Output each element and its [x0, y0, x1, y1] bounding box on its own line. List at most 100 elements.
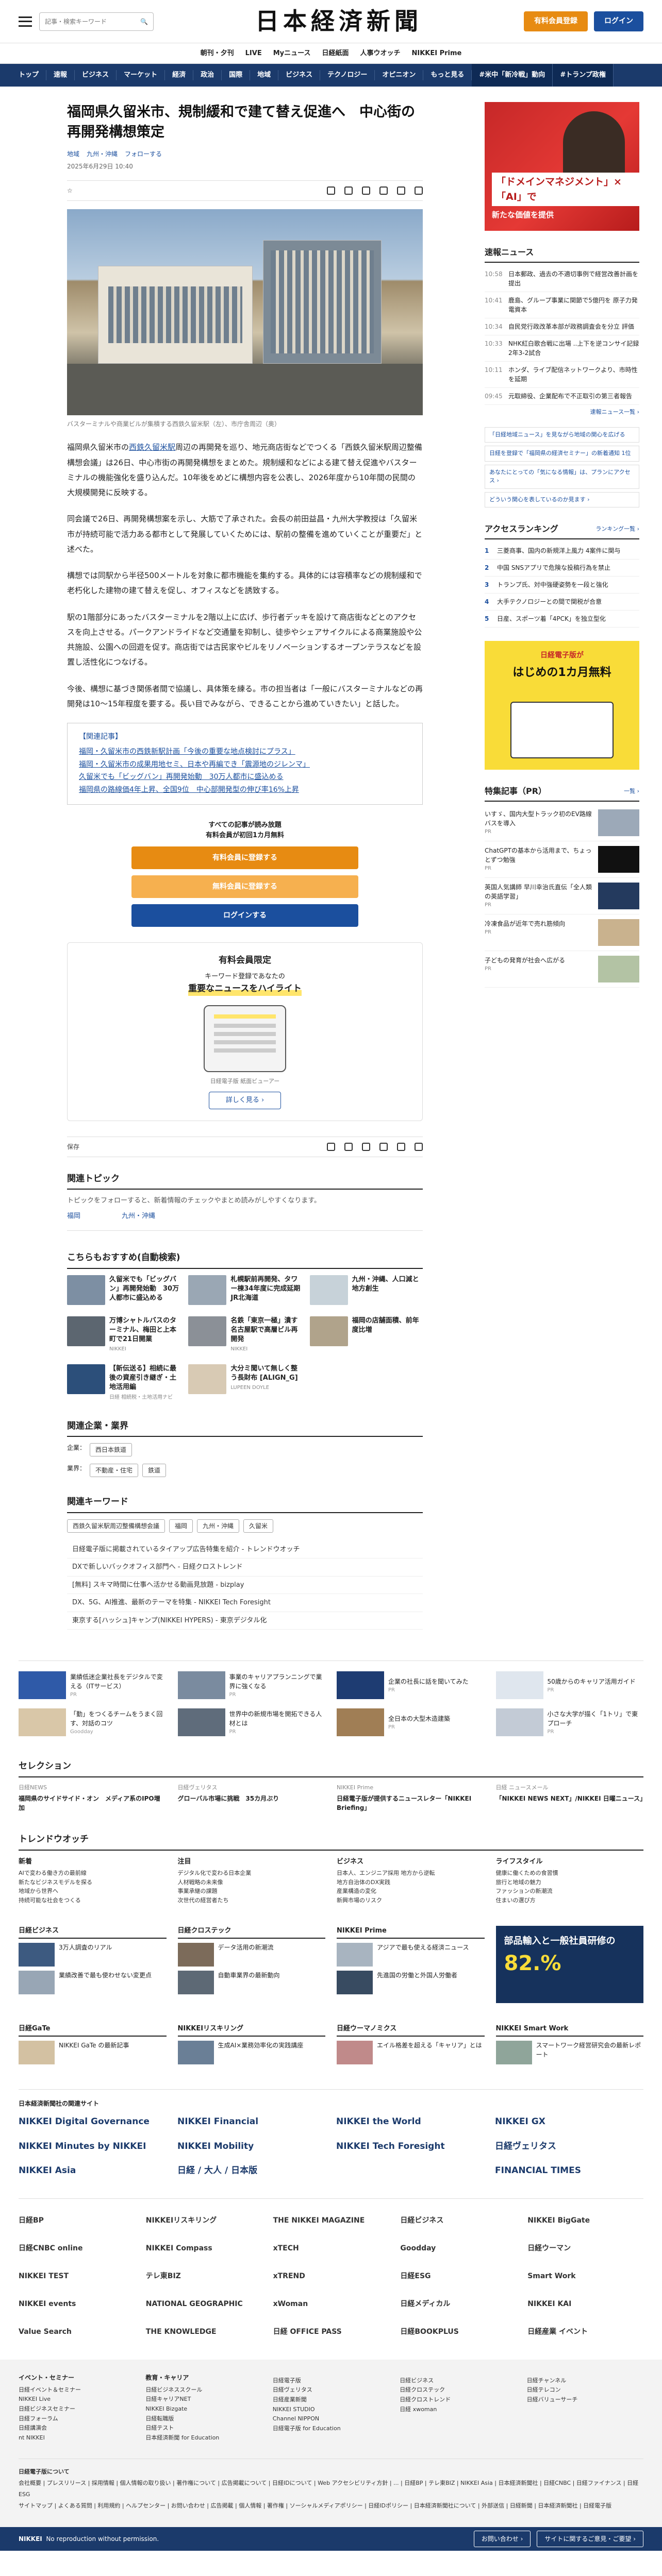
- recommend-item[interactable]: 久留米でも「ビッグバン」再開発始動 30万人都市に盛込める: [67, 1275, 180, 1305]
- link-icon[interactable]: [362, 187, 370, 195]
- tag-link[interactable]: 九州・沖縄: [87, 149, 118, 159]
- pr-ad[interactable]: 業績低迷企業社長をデジタルで変える（ITサービス） PR: [19, 1671, 167, 1700]
- footer-link[interactable]: 日経テスト: [145, 2424, 262, 2433]
- facebook-icon[interactable]: [397, 1142, 405, 1151]
- group-logo[interactable]: 日経産業 イベント: [527, 2324, 643, 2341]
- related-link[interactable]: 福岡・久留米市の成果用地セミ、日本や再編でき「震源地のジレンマ」: [79, 758, 411, 771]
- news-item[interactable]: 10:34 自民党行政改革本部が政務調査会を分立 評価: [485, 318, 639, 335]
- print-icon[interactable]: [327, 1142, 335, 1151]
- trend-link[interactable]: 次世代の経営者たち: [178, 1896, 326, 1905]
- media-block-title[interactable]: 日経ウーマノミクス: [337, 2024, 485, 2037]
- recommend-item[interactable]: 【新伝送る】相続に最後の資産引き継ぎ・土地活用編 日経 相続税・土地活用ナビ: [67, 1364, 180, 1401]
- media-item[interactable]: 業績改善で最も使わせない変更点: [19, 1971, 167, 1995]
- subnav-item[interactable]: 日経紙面: [322, 48, 349, 59]
- trend-link[interactable]: 健康に働くための食習慣: [496, 1869, 644, 1878]
- footer-link[interactable]: 日経バリューサーチ: [527, 2395, 643, 2405]
- feature-item[interactable]: 冷凍食品が近年で売れ筋傾向 PR: [485, 914, 639, 951]
- news-item[interactable]: 10:58 日本郵政、過去の不適切事例で経営改善計画を提出: [485, 266, 639, 292]
- brand-link[interactable]: NIKKEI Minutes by NIKKEI: [19, 2140, 167, 2154]
- promo-more-button[interactable]: 詳しく見る ›: [209, 1092, 281, 1109]
- nav-item[interactable]: ビジネス: [278, 70, 321, 80]
- footer-link[interactable]: 日経チャンネル: [527, 2376, 643, 2386]
- rank-item[interactable]: 3 トランプ氏、対中強硬姿勢を一段と強化: [485, 577, 639, 594]
- footer-link[interactable]: 日経フォーラム: [19, 2414, 135, 2424]
- media-item[interactable]: アジアで最も使える経済ニュース: [337, 1943, 485, 1967]
- follow-button[interactable]: フォローする: [125, 149, 162, 159]
- pr-ad[interactable]: 50歳からのキャリア活用ガイド PR: [495, 1671, 644, 1700]
- keyword-link[interactable]: [無料] スキマ時間に仕事へ活かせる動画見放題 - bizplay: [67, 1577, 423, 1595]
- promo-ad-82[interactable]: 部品輸入と一般社員研修の 82.%: [495, 1925, 643, 2003]
- print-icon[interactable]: [327, 187, 335, 195]
- footer-link[interactable]: 日経転職版: [145, 2414, 262, 2424]
- footer-link[interactable]: 日経電子版: [273, 2376, 389, 2386]
- footer-link-row[interactable]: サイトマップ | よくある質問 | 利用規約 | ヘルプセンター | お問い合わ…: [19, 2500, 643, 2512]
- selection-card[interactable]: NIKKEI Prime 日経電子版が提供するニュースレター「NIKKEI Bri…: [337, 1784, 485, 1813]
- trend-link[interactable]: ファッションの新潮流: [496, 1887, 644, 1896]
- topic-follow-item[interactable]: 福岡: [67, 1211, 80, 1222]
- keyword-link[interactable]: 東京する[ハッシュ]キャンプ(NIKKEI HYPERS) - 東京デジタル化: [67, 1612, 423, 1630]
- recommend-item[interactable]: 大分ミ聞いて無しく整う長財布 [ALIGN_G] LUPEEN DOYLE: [188, 1364, 301, 1401]
- pr-ad[interactable]: 世界中の新規市場を開拓できる人材とは PR: [177, 1708, 326, 1737]
- facebook-icon[interactable]: [397, 187, 405, 195]
- trend-link[interactable]: 事業承継の課題: [178, 1887, 326, 1896]
- related-link[interactable]: 福岡・久留米市の西鉄新駅計画「今後の重要な地点検討にプラス」: [79, 745, 411, 758]
- trend-link[interactable]: デジタル化で変わる日本企業: [178, 1869, 326, 1878]
- subscription-ad[interactable]: 日経電子版が はじめの1カ月無料: [485, 641, 639, 770]
- footer-link[interactable]: 日経ヴェリタス: [273, 2385, 389, 2395]
- selection-card[interactable]: 日経ヴェリタス グローバル市場に挑戦 35カ月ぶり: [178, 1784, 326, 1813]
- save-icon[interactable]: ☆: [67, 186, 73, 195]
- footer-link[interactable]: 日経ビジネス: [400, 2376, 516, 2386]
- group-logo[interactable]: NIKKEI events: [19, 2296, 135, 2313]
- media-item[interactable]: 3万人調査のリアル: [19, 1943, 167, 1967]
- news-item[interactable]: 09:45 元取締役、企業配布で不正取引の第三者報告: [485, 388, 639, 405]
- subnav-item[interactable]: Myニュース: [273, 48, 311, 59]
- rank-item[interactable]: 5 日産、スポーツ着「4PCK」を独立型化: [485, 611, 639, 628]
- trend-link[interactable]: 旅行と地域の魅力: [496, 1878, 644, 1887]
- footer-link[interactable]: 日経講演会: [19, 2424, 135, 2433]
- site-logo[interactable]: 日本経済新聞: [255, 4, 422, 39]
- group-logo[interactable]: 日経ビジネス: [400, 2212, 516, 2230]
- recommend-item[interactable]: 万博シャトルバスのターミナル、梅田と上本町で21日開業 NIKKEI: [67, 1316, 180, 1353]
- footer-link-row[interactable]: 会社概要 | プレスリリース | 採用情報 | 個人情報の取り扱い | 著作権に…: [19, 2478, 643, 2500]
- paragraph-link[interactable]: 西鉄久留米駅: [129, 443, 175, 452]
- group-logo[interactable]: 日経ESG: [400, 2268, 516, 2285]
- nav-item-special[interactable]: #米中「新冷戦」動向: [472, 64, 553, 87]
- group-logo[interactable]: xTECH: [273, 2240, 389, 2258]
- industry-chip[interactable]: 鉄道: [142, 1464, 167, 1478]
- pr-ad[interactable]: 企業の社長に話を聞いてみた PR: [337, 1671, 485, 1700]
- link-icon[interactable]: [362, 1142, 370, 1151]
- group-logo[interactable]: NIKKEIリスキリング: [146, 2212, 262, 2230]
- group-logo[interactable]: NIKKEI KAI: [527, 2296, 643, 2313]
- nav-item[interactable]: 速報: [46, 70, 75, 80]
- nav-item[interactable]: 政治: [193, 70, 222, 80]
- pr-ad[interactable]: 事業のキャリアプランニングで業界に強くなる PR: [177, 1671, 326, 1700]
- keyword-link[interactable]: 日経電子版に掲載されているタイアップ広告特集を紹介 - トレンドウオッチ: [67, 1541, 423, 1559]
- nav-item[interactable]: 国際: [222, 70, 251, 80]
- line-icon[interactable]: [415, 1142, 423, 1151]
- industry-chip[interactable]: 不動産・住宅: [90, 1464, 139, 1478]
- footer-link[interactable]: 日経 xwoman: [400, 2405, 516, 2415]
- group-logo[interactable]: Smart Work: [527, 2268, 643, 2285]
- recommend-item[interactable]: 名鉄「東京一極」潰す 名古屋駅で高層ビル再開発 NIKKEI: [188, 1316, 301, 1353]
- save-icon[interactable]: 保存: [67, 1142, 79, 1151]
- pr-ad[interactable]: 全日本の大型木造建築 PR: [337, 1708, 485, 1737]
- footer-link[interactable]: 日経キャリアNET: [145, 2395, 262, 2404]
- keyword-link[interactable]: DX、5G、AI推進、最新のテーマを特集 - NIKKEI Tech Fores…: [67, 1594, 423, 1612]
- footer-link[interactable]: NIKKEI Live: [19, 2395, 135, 2404]
- nav-item[interactable]: もっと見る: [423, 70, 472, 80]
- login-button[interactable]: ログイン: [594, 11, 643, 31]
- footer-link[interactable]: 日経ビジネススクール: [145, 2385, 262, 2395]
- feature-more-link[interactable]: 一覧 ›: [624, 787, 639, 796]
- company-chip[interactable]: 西日本鉄道: [90, 1443, 133, 1457]
- group-logo[interactable]: 日経CNBC online: [19, 2240, 135, 2258]
- sidebar-ad[interactable]: 「ドメインマネジメント」×「AI」で 新たな価値を提供: [485, 102, 639, 231]
- group-logo[interactable]: THE KNOWLEDGE: [146, 2324, 262, 2341]
- media-item[interactable]: NIKKEI GaTe の最新記事: [19, 2041, 167, 2065]
- media-block-title[interactable]: 日経クロステック: [177, 1926, 325, 1939]
- brand-link[interactable]: NIKKEI Financial: [177, 2115, 326, 2129]
- trend-link[interactable]: 新興市場のリスク: [337, 1896, 485, 1905]
- sidebar-link[interactable]: どういう関心を表しているのか見ます ›: [485, 492, 639, 507]
- brand-link[interactable]: 日経ヴェリタス: [495, 2140, 643, 2154]
- feature-item[interactable]: ChatGPTの基本から活用まで、ちょっとずつ勉強 PR: [485, 841, 639, 878]
- nav-item[interactable]: ビジネス: [75, 70, 117, 80]
